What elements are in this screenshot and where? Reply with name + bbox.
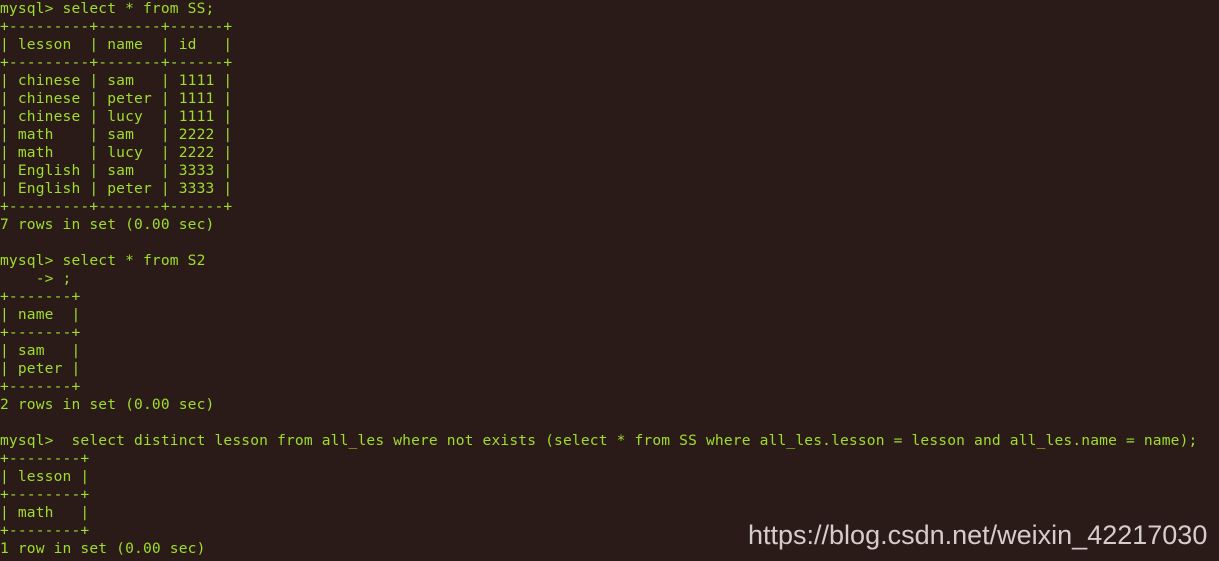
terminal-line: +--------+ [0, 450, 90, 467]
terminal-line: -> ; [0, 270, 72, 287]
terminal-line: +---------+-------+------+ [0, 198, 233, 215]
watermark-text: https://blog.csdn.net/weixin_42217030 [748, 520, 1208, 550]
terminal-line: +--------+ [0, 486, 90, 503]
terminal-line: +-------+ [0, 378, 81, 395]
terminal-line: | chinese | sam | 1111 | [0, 72, 233, 89]
terminal-line: | chinese | peter | 1111 | [0, 90, 233, 107]
terminal-console-output[interactable]: mysql> select * from SS; +---------+-----… [0, 0, 1219, 558]
terminal-line: | chinese | lucy | 1111 | [0, 108, 233, 125]
terminal-line: | lesson | name | id | [0, 36, 233, 53]
terminal-line: | math | sam | 2222 | [0, 126, 233, 143]
terminal-line: | English | peter | 3333 | [0, 180, 233, 197]
terminal-line: +---------+-------+------+ [0, 18, 233, 35]
terminal-window[interactable]: mysql> select * from SS; +---------+-----… [0, 0, 1219, 561]
terminal-line: +-------+ [0, 288, 81, 305]
terminal-line: mysql> select distinct lesson from all_l… [0, 432, 1198, 449]
terminal-line: mysql> select * from SS; [0, 0, 215, 17]
terminal-line: | name | [0, 306, 81, 323]
terminal-line: | math | lucy | 2222 | [0, 144, 233, 161]
terminal-line: | lesson | [0, 468, 90, 485]
terminal-line: +-------+ [0, 324, 81, 341]
terminal-line: | sam | [0, 342, 81, 359]
terminal-line: mysql> select * from S2 [0, 252, 206, 269]
terminal-line: +---------+-------+------+ [0, 54, 233, 71]
terminal-line: | English | sam | 3333 | [0, 162, 233, 179]
terminal-line: 2 rows in set (0.00 sec) [0, 396, 215, 413]
terminal-line: 7 rows in set (0.00 sec) [0, 216, 215, 233]
terminal-line: | peter | [0, 360, 81, 377]
